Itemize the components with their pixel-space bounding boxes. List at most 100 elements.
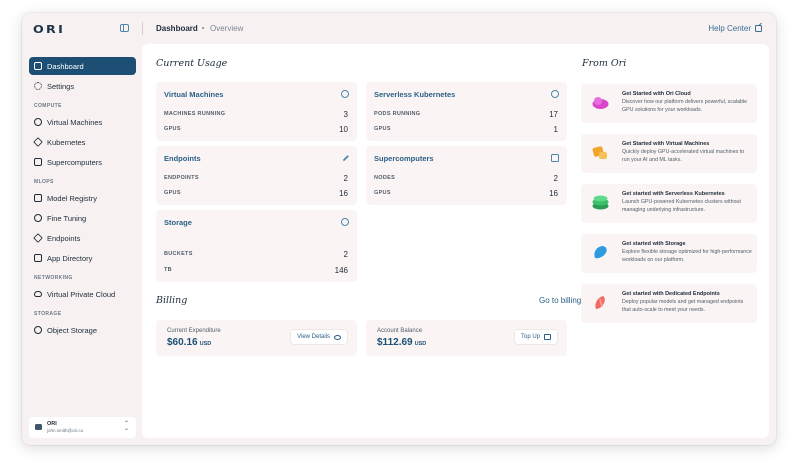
sidebar-item-virtual-private-cloud[interactable]: Virtual Private Cloud [29,285,136,303]
gear-icon [34,82,42,90]
usage-row-value: 146 [334,266,348,275]
billing-card-expenditure: Current Expenditure $60.16 USD View Detai… [156,320,357,356]
globe-icon [341,90,349,98]
usage-row-label: GPUS [164,126,181,132]
usage-row-value: 3 [343,110,348,119]
top-bar: ORI Dashboard Overview Help Center [22,13,776,44]
usage-row-label: GPUS [374,190,391,196]
guide-card-storage[interactable]: Get started with Storage Explore flexibl… [581,234,757,273]
card-title: Virtual Machines [164,90,224,99]
divider [142,22,143,35]
usage-row-label: MACHINES RUNNING [164,111,226,117]
sidebar-item-endpoints[interactable]: Endpoints [29,229,136,247]
usage-row: GPUS 10 [164,125,348,135]
top-up-button[interactable]: Top Up [514,330,557,344]
from-ori-heading: From Ori [582,58,627,69]
bolt-icon [33,233,43,243]
sidebar-item-settings[interactable]: Settings [29,77,136,95]
sidebar-item-label: Dashboard [47,61,84,71]
sidebar-item-virtual-machines[interactable]: Virtual Machines [29,113,136,131]
billing-card-balance: Account Balance $112.69 USD Top Up [366,320,567,356]
sidebar-item-label: App Directory [47,253,93,263]
sidebar-item-model-registry[interactable]: Model Registry [29,189,136,207]
kubernetes-icon [33,137,43,147]
guide-description: Deploy popular models and get managed en… [622,299,744,313]
app-window: ORI Dashboard Overview Help Center Dashb… [22,13,776,445]
current-usage-heading: Current Usage [156,58,228,69]
sidebar-item-app-directory[interactable]: App Directory [29,249,136,267]
usage-row-label: NODES [374,175,396,181]
sidebar-item-label: Endpoints [47,233,81,243]
bolt-icon [343,154,349,163]
amount-value: $60.16 [167,337,198,348]
help-center-link[interactable]: Help Center [708,24,762,33]
sidebar-item-label: Settings [47,81,75,91]
card-title: Endpoints [164,154,201,163]
usage-row-value: 17 [549,110,558,119]
guide-description: Launch GPU-powered Kubernetes clusters w… [622,199,741,213]
sidebar-toggle-icon[interactable] [120,24,129,32]
dashboard-icon [34,62,42,70]
usage-card-virtual-machines[interactable]: Virtual Machines MACHINES RUNNING 3 GPUS… [156,82,357,141]
go-to-billing-label: Go to billing [539,296,582,305]
usage-row: GPUS 16 [164,189,348,199]
guide-description: Explore flexible storage optimized for h… [622,249,752,263]
endpoints-illustration-icon [595,296,605,309]
sidebar-item-label: Supercomputers [47,157,103,167]
guide-title: Get started with Serverless Kubernetes [622,191,725,197]
usage-card-supercomputers[interactable]: Supercomputers NODES 2 GPUS 16 [366,146,567,205]
storage-illustration-icon [594,246,607,259]
usage-row-label: TB [164,267,172,273]
tuning-icon [34,214,42,222]
cloud-icon [34,291,42,297]
card-title: Serverless Kubernetes [374,90,456,99]
usage-card-storage[interactable]: Storage BUCKETS 2 TB 146 [156,210,357,282]
currency: USD [414,341,427,347]
kubernetes-illustration-icon [592,195,609,210]
grid-icon [34,194,42,202]
sidebar-item-label: Object Storage [47,325,98,335]
section-label-mlops: MLOPS [34,179,54,185]
section-label-networking: NETWORKING [34,275,73,281]
billing-heading: Billing [156,295,188,306]
usage-row-label: ENDPOINTS [164,175,199,181]
vm-illustration-icon [592,146,607,159]
guide-card-serverless-kubernetes[interactable]: Get started with Serverless Kubernetes L… [581,184,757,223]
sidebar-item-object-storage[interactable]: Object Storage [29,321,136,339]
section-label-compute: COMPUTE [34,103,62,109]
guide-card-ori-cloud[interactable]: Get Started with Ori Cloud Discover how … [581,84,757,123]
sidebar-item-label: Virtual Machines [47,117,103,127]
usage-row: TB 146 [164,266,348,276]
sidebar-item-label: Kubernetes [47,137,86,147]
amount-value: $112.69 [377,337,413,348]
sidebar-item-dashboard[interactable]: Dashboard [29,57,136,75]
usage-row-value: 2 [343,174,348,183]
eye-icon [334,334,341,340]
external-link-icon [755,25,762,32]
view-details-button[interactable]: View Details [291,330,347,344]
currency: USD [199,341,212,347]
wallet-icon [544,334,551,340]
guide-title: Get started with Storage [622,241,686,247]
kubernetes-icon [551,90,559,98]
box-icon [341,218,349,226]
sidebar-item-label: Model Registry [47,193,98,203]
guide-card-virtual-machines[interactable]: Get Started with Virtual Machines Quickl… [581,134,757,173]
sidebar-item-supercomputers[interactable]: Supercomputers [29,153,136,171]
server-icon [551,154,559,162]
card-title: Storage [164,218,192,227]
guide-description: Quickly deploy GPU-accelerated virtual m… [622,149,745,163]
usage-card-endpoints[interactable]: Endpoints ENDPOINTS 2 GPUS 16 [156,146,357,205]
sidebar-item-fine-tuning[interactable]: Fine Tuning [29,209,136,227]
usage-card-serverless-kubernetes[interactable]: Serverless Kubernetes PODS RUNNING 17 GP… [366,82,567,141]
user-name: ORI [47,421,57,427]
breadcrumb-sub: Overview [210,24,244,33]
ori-logo[interactable]: ORI [33,23,65,36]
user-menu[interactable]: ORI john.smith@ori.co ⌃ ⌄ [29,417,136,438]
usage-row-value: 16 [549,189,558,198]
guide-title: Get started with Dedicated Endpoints [622,291,720,297]
guide-card-dedicated-endpoints[interactable]: Get started with Dedicated Endpoints Dep… [581,284,757,323]
globe-icon [34,118,42,126]
breadcrumb-current[interactable]: Dashboard [156,24,198,33]
sidebar-item-kubernetes[interactable]: Kubernetes [29,133,136,151]
